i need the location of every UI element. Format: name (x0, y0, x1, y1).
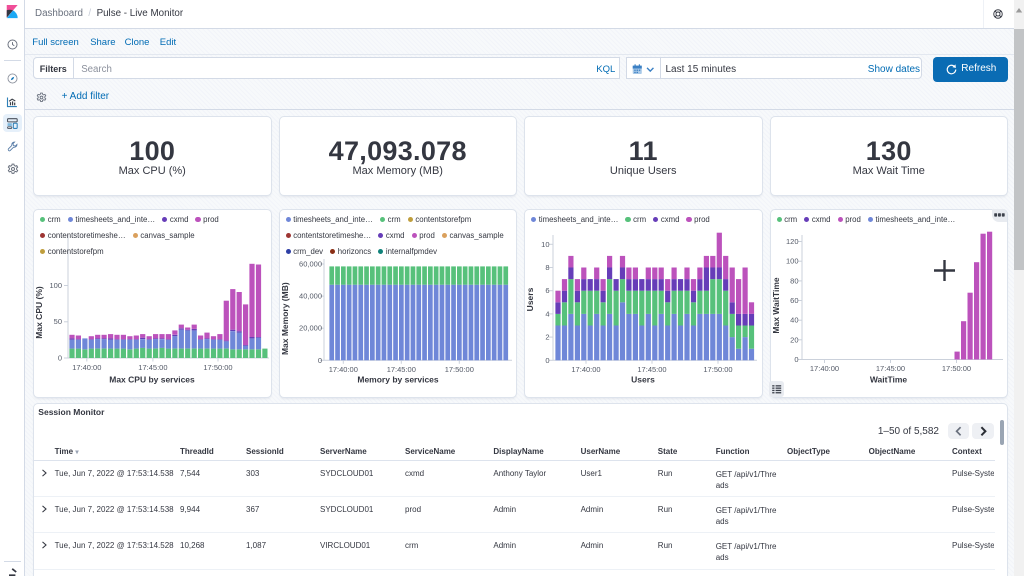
svg-text:100: 100 (785, 256, 798, 265)
svg-text:20,000: 20,000 (299, 323, 322, 332)
svg-text:40,000: 40,000 (299, 291, 322, 300)
svg-text:Max WaitTime: Max WaitTime (771, 277, 781, 333)
svg-text:17:40:00: 17:40:00 (72, 363, 101, 372)
svg-text:WaitTime: WaitTime (869, 374, 907, 384)
svg-text:0: 0 (794, 355, 798, 364)
svg-text:17:45:00: 17:45:00 (386, 364, 415, 373)
svg-text:80: 80 (790, 276, 798, 285)
svg-text:17:50:00: 17:50:00 (444, 364, 473, 373)
svg-text:120: 120 (785, 237, 798, 246)
svg-text:0: 0 (317, 355, 321, 364)
svg-text:Memory by services: Memory by services (357, 374, 439, 384)
svg-text:17:45:00: 17:45:00 (138, 363, 167, 372)
svg-text:Users: Users (525, 287, 535, 311)
svg-text:50: 50 (54, 317, 62, 326)
svg-text:17:50:00: 17:50:00 (203, 363, 232, 372)
svg-text:17:45:00: 17:45:00 (875, 364, 904, 373)
svg-text:17:50:00: 17:50:00 (703, 364, 732, 373)
svg-text:10: 10 (541, 239, 549, 248)
svg-text:Users: Users (631, 374, 655, 384)
svg-text:Max CPU by services: Max CPU by services (109, 374, 195, 384)
svg-text:17:40:00: 17:40:00 (571, 364, 600, 373)
svg-text:100: 100 (49, 281, 62, 290)
svg-text:60: 60 (790, 296, 798, 305)
svg-text:Max Memory (MB): Max Memory (MB) (280, 282, 290, 355)
svg-text:40: 40 (790, 315, 798, 324)
svg-text:8: 8 (545, 263, 549, 272)
svg-text:17:40:00: 17:40:00 (328, 364, 357, 373)
svg-text:6: 6 (545, 286, 549, 295)
svg-text:17:50:00: 17:50:00 (941, 364, 970, 373)
svg-text:17:45:00: 17:45:00 (637, 364, 666, 373)
svg-text:2: 2 (545, 332, 549, 341)
svg-text:4: 4 (545, 309, 549, 318)
svg-text:20: 20 (790, 335, 798, 344)
svg-text:17:40:00: 17:40:00 (809, 364, 838, 373)
svg-text:0: 0 (58, 353, 62, 362)
svg-text:0: 0 (545, 355, 549, 364)
svg-text:Max CPU (%): Max CPU (%) (34, 286, 44, 339)
